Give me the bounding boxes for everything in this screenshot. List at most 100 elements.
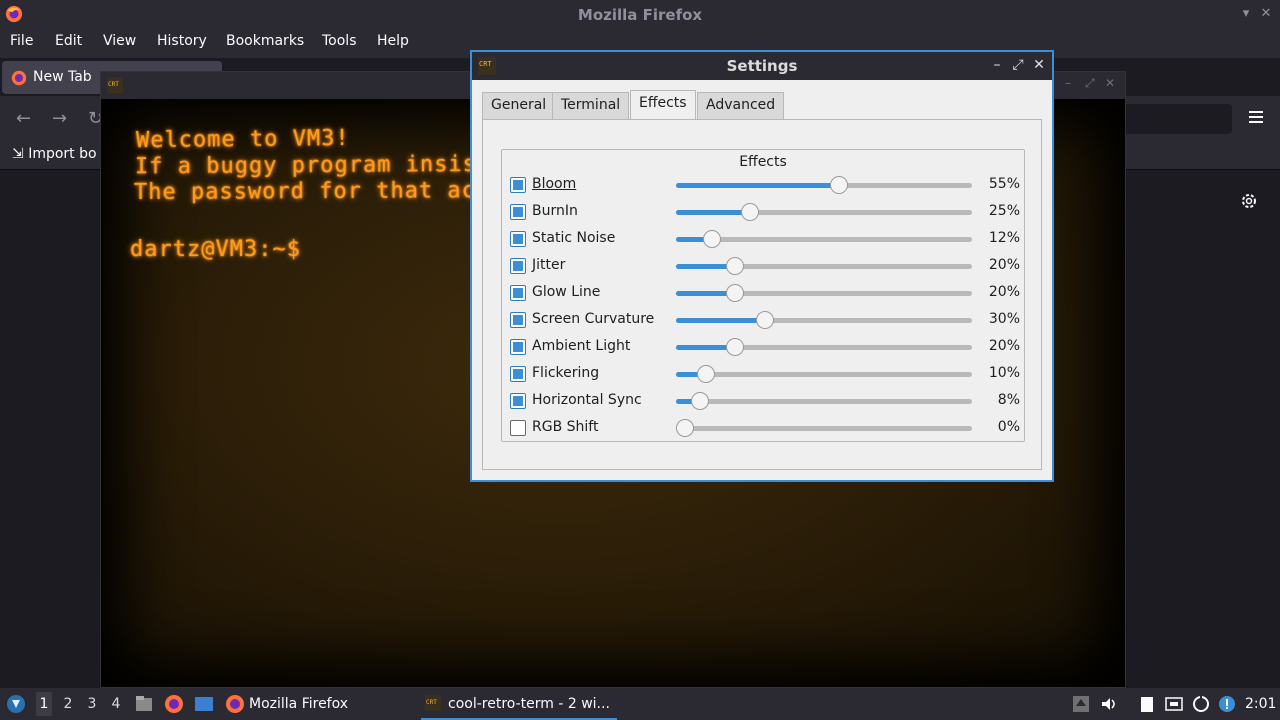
minimize-icon[interactable]: ▾ bbox=[1238, 6, 1254, 21]
effects-group-title: Effects bbox=[739, 154, 787, 170]
menu-edit[interactable]: Edit bbox=[55, 33, 82, 49]
effect-row: Flickering 10% bbox=[510, 363, 1020, 385]
desktop-icon[interactable] bbox=[194, 694, 214, 714]
close-icon[interactable]: ✕ bbox=[1258, 6, 1274, 21]
close-icon[interactable]: ✕ bbox=[1031, 57, 1047, 73]
crt-minimize-icon[interactable]: – bbox=[1065, 76, 1071, 90]
workspace-2[interactable]: 2 bbox=[60, 696, 76, 712]
menu-help[interactable]: Help bbox=[377, 33, 409, 49]
notifications-icon[interactable] bbox=[1217, 694, 1237, 714]
task-firefox[interactable]: Mozilla Firefox bbox=[225, 688, 348, 720]
effect-slider[interactable] bbox=[676, 338, 972, 356]
effect-checkbox[interactable] bbox=[510, 420, 526, 436]
effect-checkbox[interactable] bbox=[510, 339, 526, 355]
svg-text:CRT: CRT bbox=[108, 81, 119, 88]
effect-slider[interactable] bbox=[676, 257, 972, 275]
svg-text:CRT: CRT bbox=[426, 699, 437, 706]
effect-slider[interactable] bbox=[676, 392, 972, 410]
menu-bookmarks[interactable]: Bookmarks bbox=[226, 33, 304, 49]
maximize-icon[interactable]: ⤢ bbox=[1010, 57, 1026, 73]
effect-label: Glow Line bbox=[532, 284, 601, 300]
effect-checkbox[interactable] bbox=[510, 366, 526, 382]
effect-slider[interactable] bbox=[676, 419, 972, 437]
firefox-titlebar: Mozilla Firefox ▾ ✕ bbox=[0, 0, 1280, 29]
settings-title: Settings bbox=[726, 57, 798, 75]
tab-advanced[interactable]: Advanced bbox=[697, 92, 785, 119]
task-cool-retro-term[interactable]: CRT cool-retro-term - 2 wi... bbox=[421, 688, 617, 720]
effect-label: Bloom bbox=[532, 176, 577, 192]
workspace-1[interactable]: 1 bbox=[36, 692, 52, 716]
clipboard-icon[interactable] bbox=[1137, 694, 1157, 714]
firefox-launcher-icon[interactable] bbox=[164, 694, 184, 714]
effect-checkbox[interactable] bbox=[510, 312, 526, 328]
forward-icon[interactable]: → bbox=[52, 108, 67, 129]
back-icon[interactable]: ← bbox=[16, 108, 31, 129]
effect-label: Flickering bbox=[532, 365, 600, 381]
effect-slider-handle[interactable] bbox=[702, 230, 721, 248]
tab-general[interactable]: General bbox=[482, 92, 556, 119]
power-icon[interactable] bbox=[1191, 694, 1211, 714]
menu-view[interactable]: View bbox=[103, 33, 136, 49]
effect-slider-handle[interactable] bbox=[726, 257, 745, 275]
effect-checkbox[interactable] bbox=[510, 231, 526, 247]
gear-icon[interactable] bbox=[1239, 191, 1259, 211]
settings-titlebar: CRT Settings – ⤢ ✕ bbox=[472, 52, 1052, 80]
effect-label: Screen Curvature bbox=[532, 311, 655, 327]
effect-value: 30% bbox=[988, 311, 1020, 327]
effect-checkbox[interactable] bbox=[510, 285, 526, 301]
effect-slider[interactable] bbox=[676, 284, 972, 302]
minimize-icon[interactable]: – bbox=[989, 57, 1005, 73]
effect-label: RGB Shift bbox=[532, 419, 599, 435]
effect-slider[interactable] bbox=[676, 230, 972, 248]
effect-slider-handle[interactable] bbox=[726, 284, 745, 302]
menu-history[interactable]: History bbox=[157, 33, 207, 49]
firefox-window-title: Mozilla Firefox bbox=[577, 6, 703, 24]
menu-file[interactable]: File bbox=[10, 33, 33, 49]
workspace-4[interactable]: 4 bbox=[108, 696, 124, 712]
effect-slider-handle[interactable] bbox=[829, 176, 848, 194]
effect-checkbox[interactable] bbox=[510, 393, 526, 409]
effect-slider-handle[interactable] bbox=[696, 365, 715, 383]
crt-maximize-icon[interactable]: ⤢ bbox=[1085, 76, 1095, 91]
effect-slider[interactable] bbox=[676, 365, 972, 383]
workspace-3[interactable]: 3 bbox=[84, 696, 100, 712]
effect-checkbox[interactable] bbox=[510, 177, 526, 193]
effect-row: BurnIn 25% bbox=[510, 201, 1020, 223]
tray-updates-icon[interactable] bbox=[1071, 694, 1091, 714]
tab-terminal[interactable]: Terminal bbox=[552, 92, 630, 119]
effects-group: Effects Bloom 55% BurnIn 25% Static Noise 12%… bbox=[501, 149, 1025, 442]
settings-dialog[interactable]: CRT Settings – ⤢ ✕ General Terminal Effe… bbox=[470, 50, 1054, 482]
effect-slider-handle[interactable] bbox=[726, 338, 745, 356]
file-manager-icon[interactable] bbox=[134, 694, 154, 714]
effect-slider-fill bbox=[676, 210, 750, 215]
terminal-line: The password for that acco bbox=[133, 178, 505, 205]
effect-label: Jitter bbox=[532, 257, 566, 273]
tab-effects[interactable]: Effects bbox=[630, 90, 696, 120]
effect-slider-fill bbox=[676, 183, 839, 188]
volume-icon[interactable] bbox=[1099, 694, 1119, 714]
effect-value: 55% bbox=[988, 176, 1020, 192]
crt-close-icon[interactable]: ✕ bbox=[1105, 76, 1115, 90]
effect-checkbox[interactable] bbox=[510, 258, 526, 274]
effect-value: 10% bbox=[988, 365, 1020, 381]
effect-slider-handle[interactable] bbox=[755, 311, 774, 329]
effect-slider[interactable] bbox=[676, 203, 972, 221]
menu-tools[interactable]: Tools bbox=[322, 33, 357, 49]
effect-checkbox[interactable] bbox=[510, 204, 526, 220]
effect-slider-handle[interactable] bbox=[741, 203, 759, 221]
effect-row: Horizontal Sync 8% bbox=[510, 390, 1020, 412]
effect-row: Ambient Light 20% bbox=[510, 336, 1020, 358]
effect-slider[interactable] bbox=[676, 311, 972, 329]
effect-row: Jitter 20% bbox=[510, 255, 1020, 277]
effect-value: 25% bbox=[988, 203, 1020, 219]
effect-value: 0% bbox=[997, 419, 1020, 435]
start-menu-icon[interactable] bbox=[6, 694, 26, 714]
effect-label: BurnIn bbox=[532, 203, 578, 219]
network-icon[interactable] bbox=[1164, 694, 1184, 714]
import-bookmarks-button[interactable]: ⇲ Import bo bbox=[12, 146, 97, 162]
effect-slider[interactable] bbox=[676, 176, 972, 194]
effect-slider-handle[interactable] bbox=[676, 419, 694, 437]
hamburger-menu-icon[interactable] bbox=[1246, 107, 1266, 127]
url-bar[interactable] bbox=[1120, 104, 1232, 134]
effect-slider-handle[interactable] bbox=[690, 392, 709, 410]
